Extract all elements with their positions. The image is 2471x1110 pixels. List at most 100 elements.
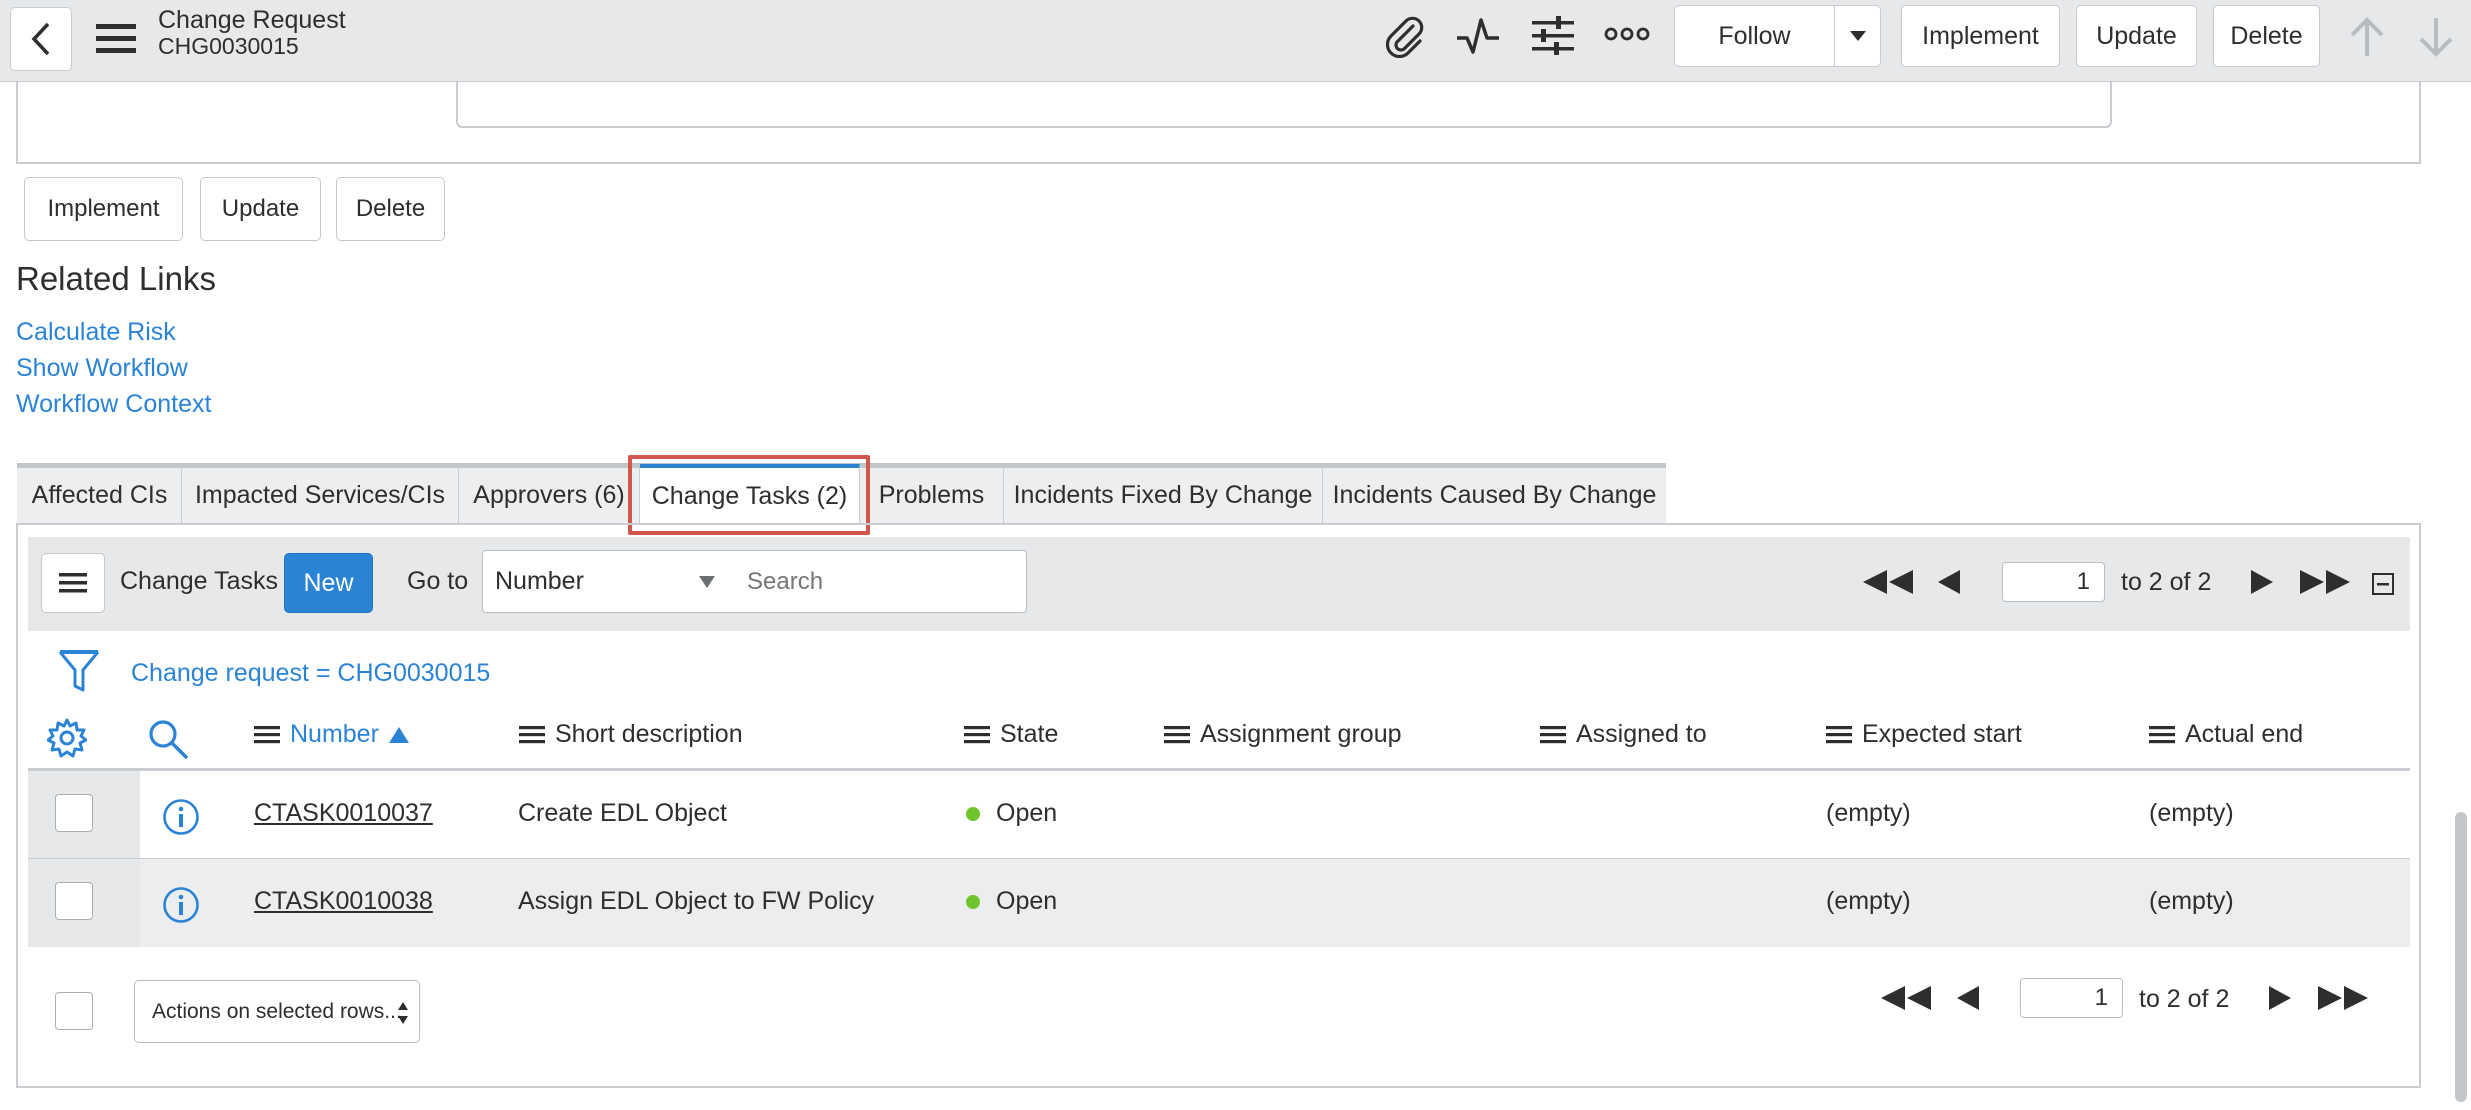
- state-open-dot: [966, 807, 980, 822]
- header-delete-button[interactable]: Delete: [2213, 5, 2320, 67]
- page-range-text: to 2 of 2: [2139, 985, 2230, 1013]
- tab-incidents-fixed[interactable]: Incidents Fixed By Change: [1004, 468, 1323, 523]
- cell-expected-start: (empty): [1826, 799, 1911, 827]
- cell-short-description: Create EDL Object: [518, 799, 727, 827]
- column-menu-icon[interactable]: [1164, 725, 1190, 745]
- tab-impacted-services[interactable]: Impacted Services/CIs: [182, 468, 459, 523]
- paperclip-icon[interactable]: [1382, 14, 1426, 63]
- column-header-short-description[interactable]: Short description: [519, 720, 743, 749]
- tab-affected-cis[interactable]: Affected CIs: [18, 468, 182, 523]
- prev-page-icon[interactable]: [1938, 570, 1960, 599]
- new-button[interactable]: New: [284, 553, 373, 613]
- column-menu-icon[interactable]: [254, 725, 280, 745]
- sort-ascending-icon: [388, 726, 409, 743]
- cell-number-link[interactable]: CTASK0010037: [254, 799, 433, 828]
- column-header-actual-end[interactable]: Actual end: [2149, 720, 2303, 749]
- actions-select[interactable]: Actions on selected rows...: [134, 980, 420, 1043]
- first-page-icon[interactable]: [1881, 986, 1931, 1015]
- column-header-expected-start[interactable]: Expected start: [1826, 720, 2022, 749]
- cell-expected-start: (empty): [1826, 887, 1911, 915]
- activity-pulse-icon[interactable]: [1455, 14, 1501, 63]
- page-range-text: to 2 of 2: [2121, 568, 2212, 596]
- form-header: Change Request CHG0030015 Follow Impleme…: [0, 0, 2471, 82]
- list-menu-button[interactable]: [41, 553, 105, 613]
- workflow-context-link[interactable]: Workflow Context: [16, 390, 211, 419]
- tab-incidents-caused[interactable]: Incidents Caused By Change: [1323, 468, 1666, 523]
- tab-approvers[interactable]: Approvers (6): [459, 468, 640, 523]
- column-header-number[interactable]: Number: [254, 720, 409, 749]
- caret-down-icon: [1849, 31, 1866, 41]
- info-icon[interactable]: [162, 886, 200, 929]
- column-search-icon[interactable]: [147, 718, 189, 765]
- column-label-expected-start: Expected start: [1862, 720, 2022, 748]
- column-header-assignment-group[interactable]: Assignment group: [1164, 720, 1402, 749]
- cell-state: Open: [966, 799, 1057, 828]
- related-links-title: Related Links: [16, 260, 216, 297]
- follow-dropdown-button[interactable]: [1834, 5, 1881, 67]
- column-label-actual-end: Actual end: [2185, 720, 2304, 748]
- column-header-state[interactable]: State: [964, 720, 1058, 749]
- header-update-button[interactable]: Update: [2076, 5, 2197, 67]
- actions-select-value: Actions on selected rows...: [152, 1000, 402, 1023]
- collapse-list-icon[interactable]: [2372, 573, 2394, 600]
- page-number-input[interactable]: [2002, 562, 2105, 602]
- delete-button[interactable]: Delete: [336, 177, 445, 241]
- next-page-icon[interactable]: [2269, 986, 2291, 1015]
- tab-change-tasks[interactable]: Change Tasks (2): [640, 464, 860, 524]
- show-workflow-link[interactable]: Show Workflow: [16, 354, 188, 383]
- more-options-icon[interactable]: [1604, 26, 1650, 47]
- settings-sliders-icon[interactable]: [1530, 14, 1576, 63]
- prev-page-icon[interactable]: [1957, 986, 1979, 1015]
- caret-down-icon: [699, 576, 715, 588]
- follow-button[interactable]: Follow: [1674, 5, 1835, 67]
- column-label-assigned-to: Assigned to: [1576, 720, 1707, 748]
- cell-actual-end: (empty): [2149, 799, 2234, 827]
- column-menu-icon[interactable]: [1826, 725, 1852, 745]
- back-button[interactable]: [10, 7, 72, 71]
- arrow-up-icon[interactable]: [2349, 16, 2385, 63]
- update-button[interactable]: Update: [200, 177, 321, 241]
- implement-button[interactable]: Implement: [24, 177, 183, 241]
- goto-field-select[interactable]: Number: [482, 550, 730, 613]
- column-menu-icon[interactable]: [2149, 725, 2175, 745]
- cell-short-description: Assign EDL Object to FW Policy: [518, 887, 875, 915]
- list-settings-gear-icon[interactable]: [46, 718, 88, 763]
- page-number-input[interactable]: [2020, 978, 2123, 1018]
- calculate-risk-link[interactable]: Calculate Risk: [16, 318, 176, 347]
- record-number: CHG0030015: [158, 33, 299, 59]
- header-implement-button[interactable]: Implement: [1901, 5, 2060, 67]
- row-checkbox[interactable]: [55, 794, 93, 832]
- column-header-assigned-to[interactable]: Assigned to: [1540, 720, 1707, 749]
- last-page-icon[interactable]: [2318, 986, 2368, 1015]
- state-label: Open: [996, 799, 1058, 827]
- state-open-dot: [966, 895, 980, 910]
- column-menu-icon[interactable]: [964, 725, 990, 745]
- page-scrollbar-thumb[interactable]: [2455, 812, 2467, 1102]
- cell-number-link[interactable]: CTASK0010038: [254, 887, 433, 916]
- list-title: Change Tasks: [120, 567, 278, 595]
- column-label-number: Number: [290, 720, 379, 748]
- chevron-left-icon: [31, 22, 50, 56]
- arrow-down-icon[interactable]: [2418, 16, 2454, 63]
- table-row: CTASK0010038 Assign EDL Object to FW Pol…: [28, 859, 2410, 947]
- form-textarea[interactable]: [456, 82, 2112, 128]
- column-label-assignment-group: Assignment group: [1200, 720, 1402, 748]
- tab-problems[interactable]: Problems: [860, 468, 1004, 523]
- last-page-icon[interactable]: [2300, 570, 2350, 599]
- select-arrows-icon: [398, 1002, 408, 1024]
- column-menu-icon[interactable]: [1540, 725, 1566, 745]
- table-row: CTASK0010037 Create EDL Object Open (emp…: [28, 771, 2410, 859]
- first-page-icon[interactable]: [1863, 570, 1913, 599]
- hamburger-menu-icon[interactable]: [96, 22, 136, 56]
- filter-funnel-icon[interactable]: [58, 648, 100, 697]
- filter-breadcrumb[interactable]: Change request = CHG0030015: [131, 659, 490, 688]
- column-menu-icon[interactable]: [519, 725, 545, 745]
- goto-label: Go to: [407, 567, 469, 595]
- search-input[interactable]: [729, 550, 1027, 613]
- cell-actual-end: (empty): [2149, 887, 2234, 915]
- row-checkbox[interactable]: [55, 882, 93, 920]
- info-icon[interactable]: [162, 798, 200, 841]
- next-page-icon[interactable]: [2251, 570, 2273, 599]
- column-label-state: State: [1000, 720, 1059, 748]
- select-all-checkbox[interactable]: [55, 992, 93, 1030]
